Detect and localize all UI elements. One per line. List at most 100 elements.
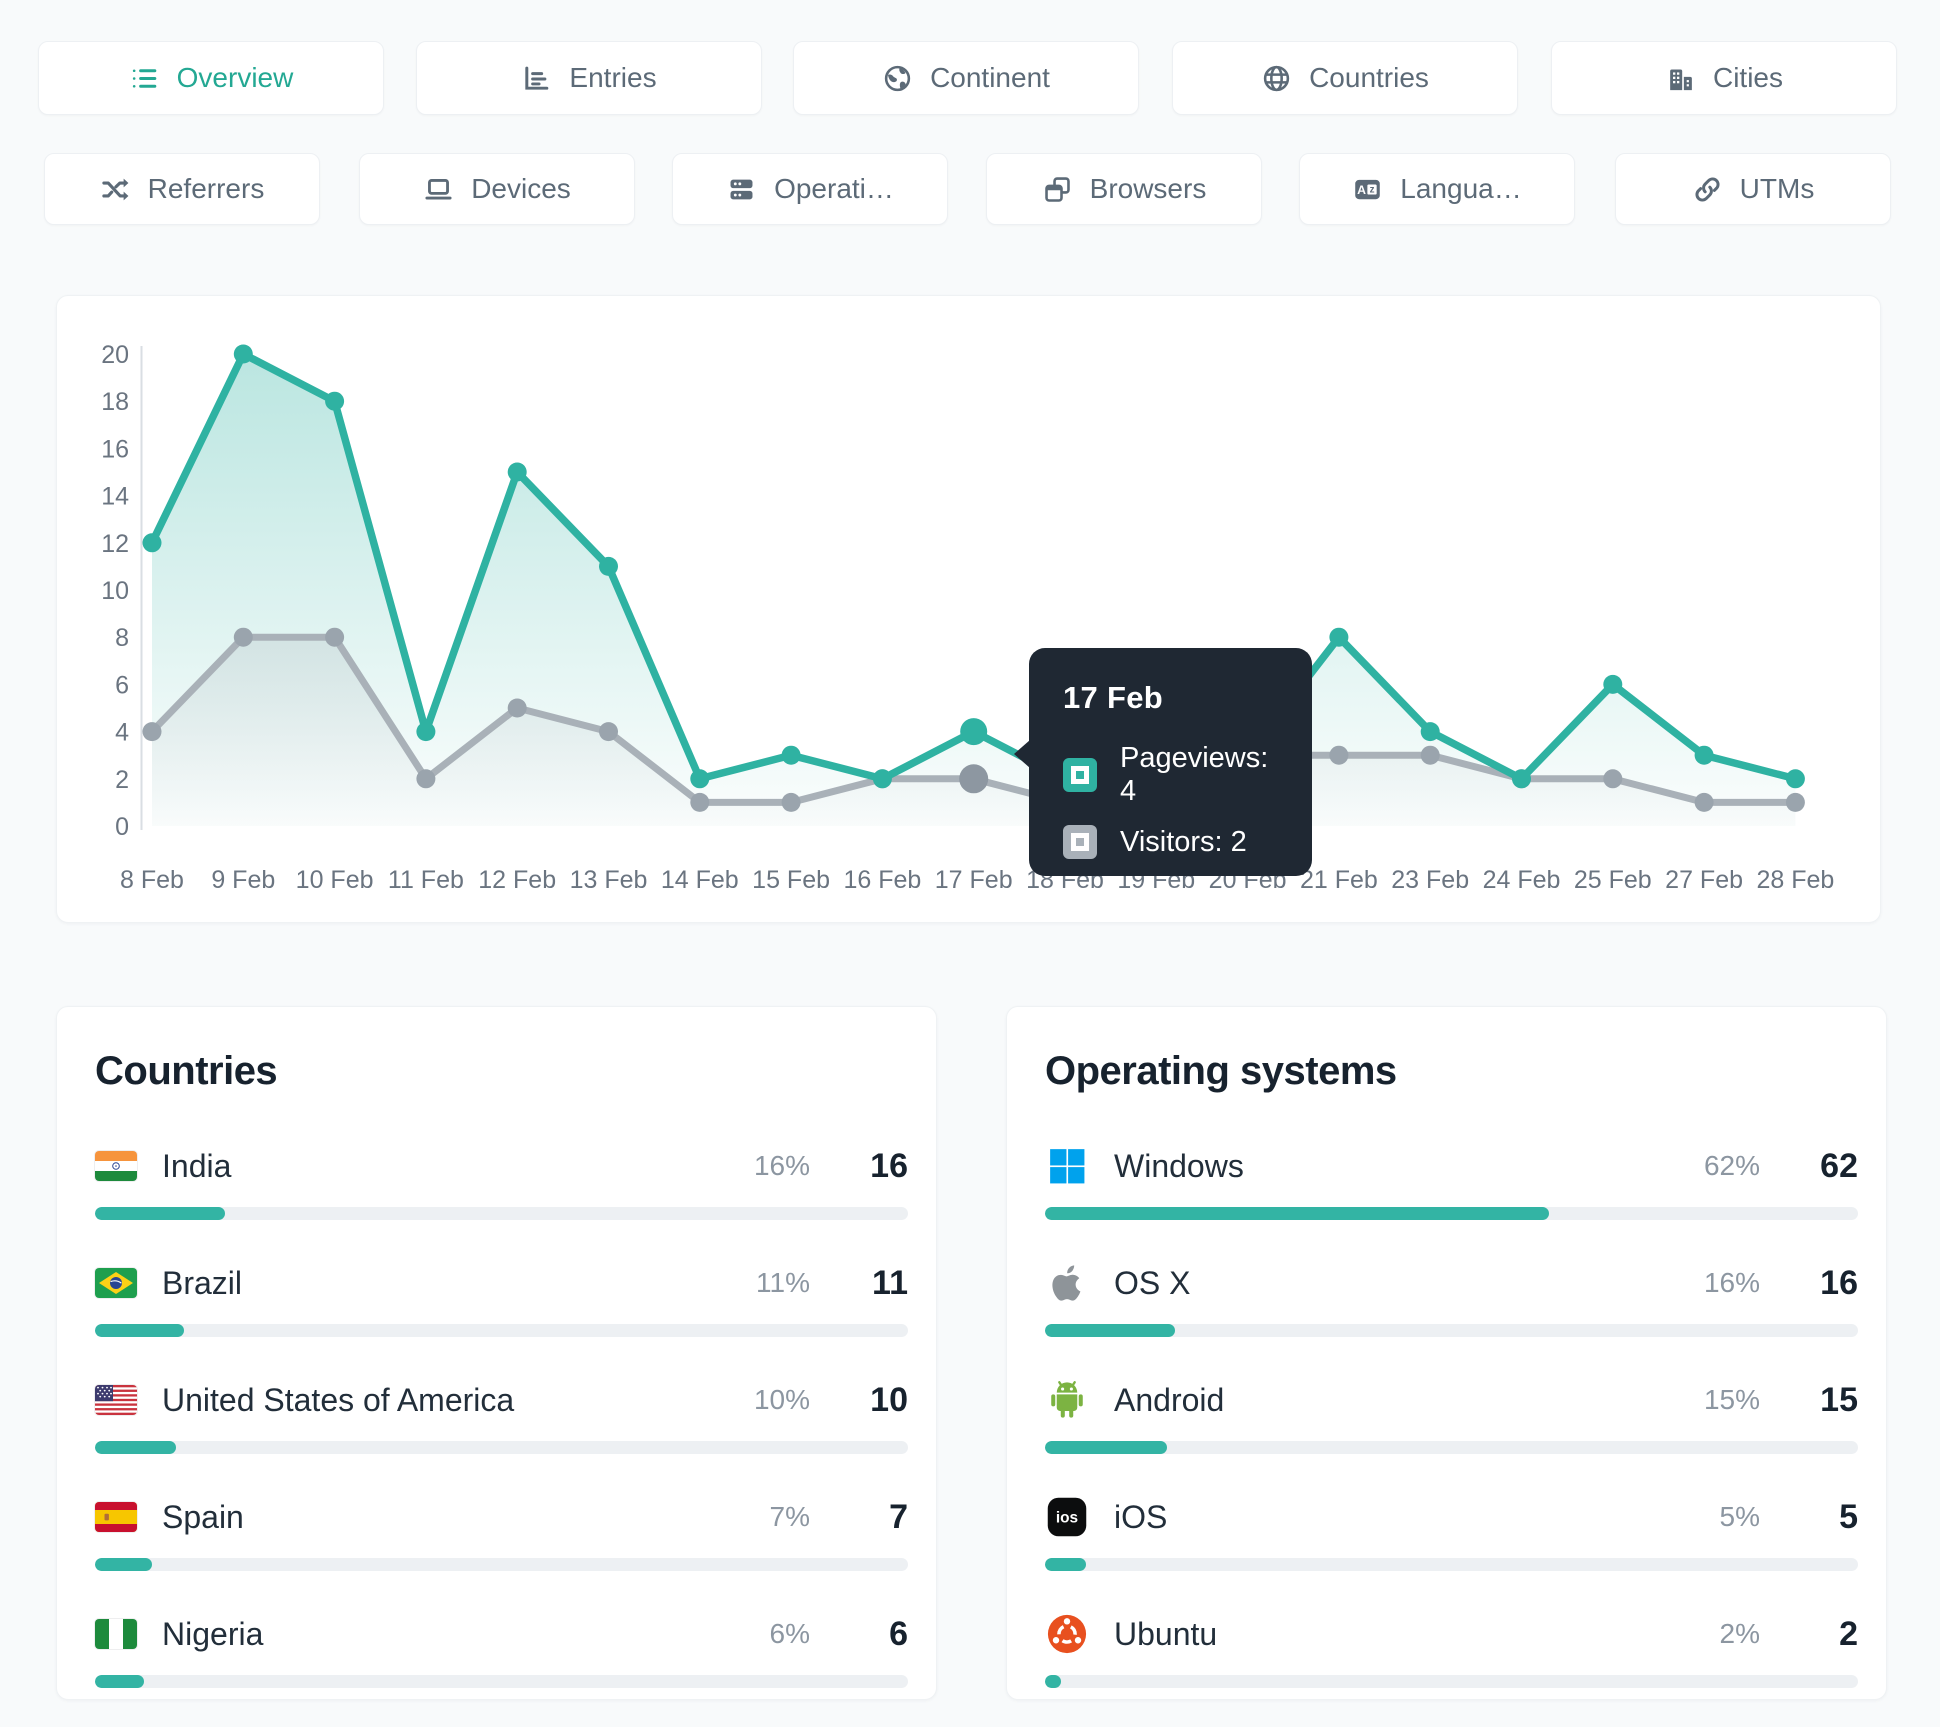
traffic-chart-card: 0 2 4 6 8 10 12 14 16 18 20 8 Feb 9 Feb 10 Feb 11 Feb 1… xyxy=(56,295,1881,923)
stat-bar-fill xyxy=(1045,1675,1062,1688)
pageviews-point xyxy=(1329,627,1349,647)
apple-logo-icon xyxy=(1045,1261,1089,1305)
tab-label: Operati… xyxy=(774,173,894,204)
country-row-brazil: Brazil 11% 11 xyxy=(95,1259,908,1376)
stat-count: 10 xyxy=(870,1380,908,1419)
stat-label: OS X xyxy=(1114,1264,1191,1301)
browser-windows-icon xyxy=(1042,174,1073,205)
tab-langua[interactable]: Az Langua… xyxy=(1299,153,1575,225)
stat-row-link[interactable]: Nigeria 6% 6 xyxy=(95,1610,908,1658)
tab-overview[interactable]: Overview xyxy=(38,41,384,115)
tab-label: Referrers xyxy=(147,173,265,204)
stat-row-link[interactable]: Spain 7% 7 xyxy=(95,1493,908,1541)
stat-label: United States of America xyxy=(162,1381,515,1418)
pageviews-point xyxy=(233,344,253,364)
stat-label: Ubuntu xyxy=(1114,1615,1218,1652)
os-panel-title: Operating systems xyxy=(1045,1049,1397,1093)
countries-panel: Countries India 16% 16 Brazil 11% 11 United St… xyxy=(56,1006,937,1700)
os-row-os-x: OS X 16% 16 xyxy=(1045,1259,1858,1376)
tab-browsers[interactable]: Browsers xyxy=(986,153,1262,225)
stat-count: 6 xyxy=(889,1614,908,1653)
tab-label: Countries xyxy=(1309,62,1429,93)
stat-bar-fill xyxy=(95,1675,144,1688)
svg-text:z: z xyxy=(1370,184,1375,195)
ubuntu-logo-icon xyxy=(1045,1612,1089,1656)
stat-count: 11 xyxy=(872,1263,908,1302)
stat-row-link[interactable]: Windows 62% 62 xyxy=(1045,1142,1858,1190)
x-tick-label: 24 Feb xyxy=(1483,866,1561,894)
x-tick-label: 9 Feb xyxy=(211,866,275,894)
stat-bar-track xyxy=(95,1441,908,1454)
visitors-point xyxy=(1694,792,1714,812)
stat-label: India xyxy=(162,1147,232,1184)
stat-bar-track xyxy=(95,1675,908,1688)
stat-percent: 62% xyxy=(1703,1150,1760,1181)
tab-continent[interactable]: Continent xyxy=(793,41,1139,115)
stat-bar-fill xyxy=(95,1324,185,1337)
stat-bar-track xyxy=(95,1324,908,1337)
stat-percent: 10% xyxy=(753,1384,810,1415)
pageviews-point xyxy=(599,556,618,576)
flag-es-icon xyxy=(95,1502,137,1532)
tab-label: Entries xyxy=(569,62,657,93)
visitors-point xyxy=(142,722,162,742)
y-tick-label: 8 xyxy=(115,624,129,652)
stat-bar-track xyxy=(1045,1441,1858,1454)
laptop-icon xyxy=(423,174,454,205)
x-tick-label: 27 Feb xyxy=(1665,866,1743,894)
y-tick-label: 6 xyxy=(115,671,129,699)
stat-bar-track xyxy=(1045,1675,1858,1688)
stat-percent: 6% xyxy=(769,1618,810,1649)
visitors-point xyxy=(1785,792,1805,812)
stat-row-link[interactable]: India 16% 16 xyxy=(95,1142,908,1190)
android-logo-icon xyxy=(1045,1378,1089,1422)
stat-bar-fill xyxy=(1045,1207,1550,1220)
x-tick-label: 16 Feb xyxy=(843,866,921,894)
gray-series-swatch xyxy=(1063,825,1097,859)
stat-row-link[interactable]: ios iOS 5% 5 xyxy=(1045,1493,1858,1541)
pageviews-point xyxy=(1420,722,1440,742)
flag-br-icon xyxy=(95,1268,137,1298)
stat-percent: 16% xyxy=(753,1150,810,1181)
tooltip-date: 17 Feb xyxy=(1063,680,1164,715)
stat-row-link[interactable]: Ubuntu 2% 2 xyxy=(1045,1610,1858,1658)
pageviews-point xyxy=(960,718,988,746)
list-icon xyxy=(129,63,160,94)
stat-count: 62 xyxy=(1820,1146,1858,1185)
visitors-point xyxy=(781,792,801,812)
pageviews-point xyxy=(325,391,345,411)
stat-percent: 11% xyxy=(756,1267,810,1298)
tooltip-row-pageviews: Pageviews: 4 xyxy=(1063,742,1282,808)
stat-percent: 16% xyxy=(1703,1267,1760,1298)
stat-bar-track xyxy=(1045,1324,1858,1337)
stat-percent: 5% xyxy=(1719,1501,1760,1532)
stat-row-link[interactable]: Android 15% 15 xyxy=(1045,1376,1858,1424)
x-tick-label: 11 Feb xyxy=(388,866,464,894)
tab-operati[interactable]: Operati… xyxy=(672,153,948,225)
stat-bar-track xyxy=(95,1558,908,1571)
visitors-point xyxy=(959,764,989,794)
stat-label: Brazil xyxy=(162,1264,243,1301)
y-tick-label: 18 xyxy=(101,388,129,416)
stat-label: Android xyxy=(1114,1381,1225,1418)
tab-entries[interactable]: Entries xyxy=(416,41,762,115)
y-tick-label: 20 xyxy=(101,341,129,369)
tab-countries[interactable]: Countries xyxy=(1172,41,1518,115)
x-tick-label: 13 Feb xyxy=(570,866,648,894)
traffic-line-chart[interactable]: 0 2 4 6 8 10 12 14 16 18 20 8 Feb 9 Feb 10 Feb 11 Feb 1… xyxy=(57,296,1880,922)
tab-cities[interactable]: Cities xyxy=(1551,41,1897,115)
stat-row-link[interactable]: United States of America 10% 10 xyxy=(95,1376,908,1424)
tab-utms[interactable]: UTMs xyxy=(1615,153,1891,225)
stat-percent: 2% xyxy=(1719,1618,1760,1649)
tab-devices[interactable]: Devices xyxy=(359,153,635,225)
visitors-point xyxy=(325,627,345,647)
tab-referrers[interactable]: Referrers xyxy=(44,153,320,225)
stat-row-link[interactable]: OS X 16% 16 xyxy=(1045,1259,1858,1307)
x-tick-label: 15 Feb xyxy=(752,866,830,894)
stat-row-link[interactable]: Brazil 11% 11 xyxy=(95,1259,908,1307)
pageviews-point xyxy=(872,769,892,789)
tab-label: Cities xyxy=(1712,62,1783,93)
stat-label: Spain xyxy=(162,1498,244,1535)
stat-percent: 15% xyxy=(1703,1384,1760,1415)
stat-bar-track xyxy=(95,1207,908,1220)
